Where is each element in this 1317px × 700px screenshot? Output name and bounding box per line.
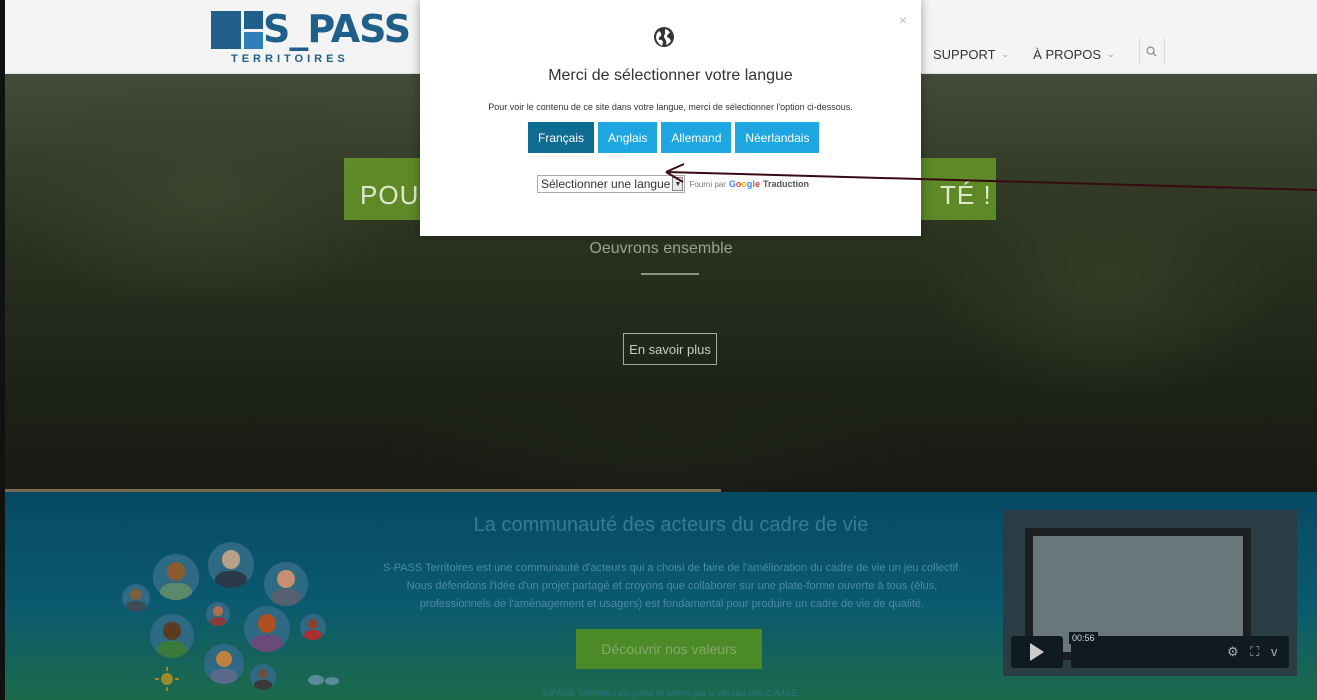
modal-title: Merci de sélectionner votre langue bbox=[548, 67, 793, 84]
learn-more-button[interactable]: En savoir plus bbox=[623, 333, 717, 365]
nav-item-a-propos[interactable]: À PROPOS ⌄ bbox=[1033, 47, 1114, 62]
video-controls-icons[interactable]: ⚙ ⛶ v bbox=[1227, 644, 1281, 660]
avatar bbox=[250, 664, 276, 690]
avatar bbox=[244, 606, 290, 652]
logo-mark bbox=[211, 11, 263, 49]
hero-title-left: POU bbox=[360, 180, 420, 210]
avatar bbox=[206, 602, 230, 626]
nav-item-support[interactable]: SUPPORT ⌄ bbox=[933, 47, 1009, 62]
language-select-value: Sélectionner une langue bbox=[541, 177, 671, 191]
logo-subtitle: TERRITOIRES bbox=[231, 53, 349, 65]
avatar bbox=[153, 554, 199, 600]
translate-widget: Sélectionner une langue ▼ Fourni par Goo… bbox=[537, 175, 809, 193]
language-button-anglais[interactable]: Anglais bbox=[598, 122, 658, 153]
language-button-neerlandais[interactable]: Néerlandais bbox=[735, 122, 820, 153]
nav-item-label: SUPPORT bbox=[933, 46, 996, 62]
avatar bbox=[300, 614, 326, 640]
hero-title-right: TÉ ! bbox=[940, 180, 992, 210]
community-footer-text: S-PASS Territoires est porté et animé pa… bbox=[541, 688, 801, 698]
chevron-down-icon: ⌄ bbox=[1107, 48, 1115, 59]
globe-icon bbox=[654, 27, 674, 47]
video-player[interactable]: 00:56 ⚙ ⛶ v bbox=[1003, 510, 1297, 676]
main-nav: SUPPORT ⌄ À PROPOS ⌄ bbox=[933, 38, 1165, 64]
play-icon bbox=[1030, 643, 1044, 661]
google-logo[interactable]: Google bbox=[729, 179, 760, 189]
translate-link[interactable]: Traduction bbox=[763, 179, 809, 189]
logo-text: S_PASS bbox=[263, 7, 411, 51]
powered-by-label: Fourni par bbox=[689, 179, 726, 189]
video-timestamp: 00:56 bbox=[1069, 632, 1098, 644]
language-modal: × Merci de sélectionner votre langue Pou… bbox=[420, 0, 921, 236]
close-icon[interactable]: × bbox=[899, 12, 907, 28]
language-button-allemand[interactable]: Allemand bbox=[661, 122, 732, 153]
cloud-icon bbox=[308, 675, 339, 685]
search-icon bbox=[1146, 46, 1157, 57]
avatar bbox=[122, 584, 150, 612]
hero-subtitle: Oeuvrons ensemble bbox=[589, 240, 733, 257]
community-section: La communauté des acteurs du cadre de vi… bbox=[5, 492, 1317, 700]
avatar bbox=[264, 562, 308, 606]
hero-divider bbox=[641, 273, 699, 275]
video-play-button[interactable] bbox=[1011, 636, 1063, 668]
chevron-down-icon: ⌄ bbox=[1001, 48, 1010, 59]
avatar bbox=[150, 614, 194, 658]
avatar bbox=[208, 542, 254, 588]
powered-by-google: Fourni par Google Traduction bbox=[689, 179, 809, 189]
discover-values-button[interactable]: Découvrir nos valeurs bbox=[576, 629, 762, 669]
language-button-francais[interactable]: Français bbox=[528, 122, 595, 153]
modal-description: Pour voir le contenu de ce site dans vot… bbox=[488, 102, 853, 112]
community-avatars-illustration bbox=[110, 532, 340, 700]
search-button[interactable] bbox=[1138, 38, 1165, 64]
community-description: S-PASS Territoires est une communauté d'… bbox=[382, 562, 962, 610]
avatar bbox=[204, 644, 244, 684]
nav-item-label: À PROPOS bbox=[1033, 46, 1102, 62]
language-select[interactable]: Sélectionner une langue ▼ bbox=[537, 175, 686, 193]
dropdown-arrow-icon: ▼ bbox=[672, 177, 684, 191]
language-buttons: Français Anglais Allemand Néerlandais bbox=[528, 122, 820, 153]
logo[interactable]: S_PASS TERRITOIRES bbox=[208, 6, 411, 68]
